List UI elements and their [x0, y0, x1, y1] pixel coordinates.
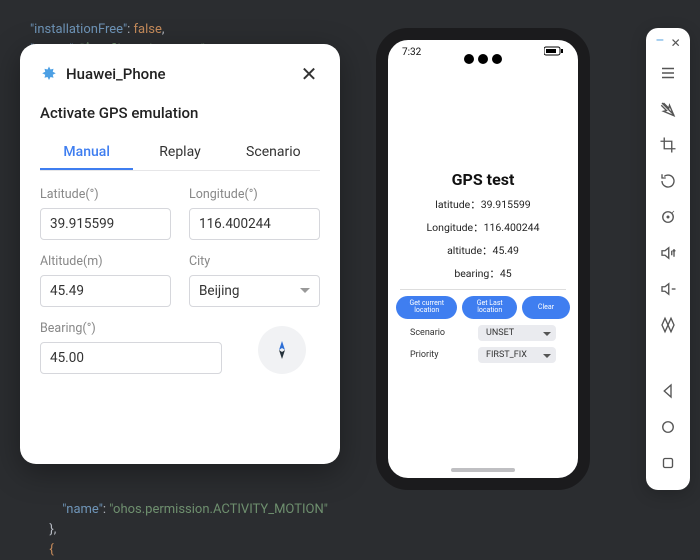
gps-bearing: bearing：45 — [396, 266, 570, 281]
clear-button[interactable]: Clear — [522, 296, 570, 319]
rotate-icon[interactable] — [659, 172, 677, 190]
get-current-location-button[interactable]: Get current location — [396, 296, 457, 319]
recent-icon[interactable] — [659, 454, 677, 472]
menu-icon[interactable] — [659, 64, 677, 82]
close-emulator-icon[interactable]: ✕ — [671, 36, 681, 50]
gps-dialog: Huawei_Phone ✕ Activate GPS emulation Ma… — [20, 44, 340, 464]
compass-icon — [258, 326, 306, 374]
tab-manual[interactable]: Manual — [40, 136, 133, 170]
bearing-label: Bearing(°) — [40, 321, 222, 336]
city-label: City — [189, 254, 320, 269]
home-indicator — [451, 468, 515, 472]
location-icon[interactable] — [659, 208, 677, 226]
back-icon[interactable] — [659, 382, 677, 400]
minimize-icon[interactable]: – — [655, 36, 664, 50]
altitude-label: Altitude(m) — [40, 254, 171, 269]
crop-icon[interactable] — [659, 136, 677, 154]
altitude-input[interactable] — [40, 275, 171, 307]
phone-time: 7:32 — [402, 47, 421, 58]
home-icon[interactable] — [659, 418, 677, 436]
tab-scenario[interactable]: Scenario — [227, 136, 320, 170]
priority-select[interactable]: FIRST_FIX — [478, 347, 556, 363]
tabs: Manual Replay Scenario — [40, 136, 320, 171]
scenario-select[interactable]: UNSET — [478, 325, 556, 341]
scenario-label: Scenario — [410, 328, 445, 338]
get-last-location-button[interactable]: Get Last location — [462, 296, 517, 319]
battery-icon — [544, 46, 564, 59]
gps-lon: Longitude：116.400244 — [396, 220, 570, 235]
pointer-off-icon[interactable] — [659, 100, 677, 118]
priority-label: Priority — [410, 350, 439, 360]
latitude-label: Latitude(°) — [40, 187, 171, 202]
city-select[interactable] — [189, 275, 320, 307]
gps-alt: altitude：45.49 — [396, 243, 570, 258]
tab-replay[interactable]: Replay — [133, 136, 226, 170]
gps-lat: latitude：39.915599 — [396, 197, 570, 212]
volume-down-icon[interactable] — [659, 280, 677, 298]
volume-up-icon[interactable] — [659, 244, 677, 262]
latitude-input[interactable] — [40, 208, 171, 240]
gps-test-title: GPS test — [396, 170, 570, 189]
dialog-subtitle: Activate GPS emulation — [40, 104, 320, 122]
bearing-input[interactable] — [40, 342, 222, 374]
emulator-toolbar: – ✕ — [646, 28, 690, 490]
longitude-input[interactable] — [189, 208, 320, 240]
dialog-title: Huawei_Phone — [66, 65, 166, 83]
phone-notch — [464, 54, 502, 64]
close-icon[interactable]: ✕ — [298, 62, 320, 86]
device-icon — [40, 65, 58, 83]
longitude-label: Longitude(°) — [189, 187, 320, 202]
shake-icon[interactable] — [659, 316, 677, 334]
phone-preview: 7:32 GPS test latitude：39.915599 Longitu… — [376, 28, 590, 490]
